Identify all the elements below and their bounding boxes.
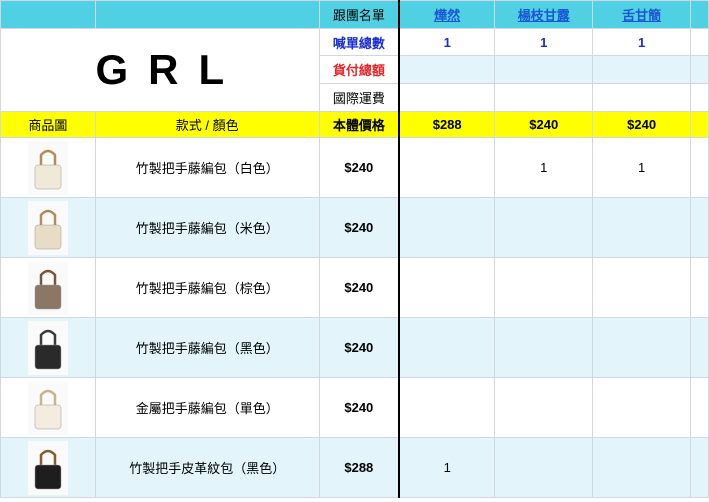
shipping-cell[interactable]	[398, 83, 496, 112]
cell-extra[interactable]	[690, 317, 709, 378]
product-image-cell[interactable]	[0, 137, 96, 198]
product-image-cell[interactable]	[0, 377, 96, 438]
bag-body	[34, 224, 62, 249]
summary-label-payment[interactable]: 貨付總額	[318, 55, 400, 84]
order-count-cell[interactable]: 1	[592, 28, 691, 56]
cell-extra[interactable]	[690, 28, 709, 56]
product-name-cell[interactable]: 竹製把手皮革紋包（黑色）	[94, 437, 320, 498]
header-price[interactable]: 本體價格	[318, 111, 400, 138]
summary-label-orders[interactable]: 喊單總數	[318, 28, 400, 56]
cell-extra[interactable]	[690, 83, 709, 112]
product-name-cell[interactable]: 金屬把手藤編包（單色）	[94, 377, 320, 438]
brand-logo: GRL	[95, 46, 245, 93]
quantity-cell[interactable]	[592, 437, 691, 498]
payment-cell[interactable]	[398, 55, 496, 84]
product-image-cell[interactable]	[0, 197, 96, 258]
cell-extra[interactable]	[690, 137, 709, 198]
table-row: 竹製把手皮革紋包（黑色） $288 1	[0, 437, 709, 498]
product-price-cell[interactable]: $240	[318, 377, 400, 438]
quantity-cell[interactable]	[398, 377, 496, 438]
order-count-cell[interactable]: 1	[398, 28, 496, 56]
bag-thumbnail-image	[27, 320, 68, 375]
quantity-cell[interactable]	[398, 257, 496, 318]
bag-body	[34, 284, 62, 309]
buyer-total-cell[interactable]: $240	[592, 111, 691, 138]
shipping-cell[interactable]	[494, 83, 594, 112]
bag-body	[34, 344, 62, 369]
cell-b1[interactable]	[94, 0, 320, 29]
cell-extra[interactable]	[690, 111, 709, 138]
bag-body	[34, 404, 62, 429]
buyer-link[interactable]: 燁然	[434, 8, 460, 23]
product-price-cell[interactable]: $240	[318, 257, 400, 318]
quantity-cell[interactable]	[592, 377, 691, 438]
buyer-name-cell[interactable]: 舌甘簡	[592, 0, 691, 29]
buyer-name-cell[interactable]: 楊枝甘露	[494, 0, 594, 29]
cell-extra[interactable]	[690, 437, 709, 498]
table-row: 金屬把手藤編包（單色） $240	[0, 377, 709, 438]
table-row: 竹製把手藤編包（棕色） $240	[0, 257, 709, 318]
spreadsheet: 跟團名單 燁然 楊枝甘露 舌甘簡 GRL 喊單總數 1 1 1 貨付總額 國際運…	[0, 0, 709, 502]
buyer-link[interactable]: 舌甘簡	[622, 8, 661, 23]
product-image-cell[interactable]	[0, 317, 96, 378]
bag-thumbnail-image	[27, 260, 68, 315]
product-name-cell[interactable]: 竹製把手藤編包（棕色）	[94, 257, 320, 318]
quantity-cell[interactable]	[494, 197, 594, 258]
header-style-color[interactable]: 款式 / 顏色	[94, 111, 320, 138]
table-row: 竹製把手藤編包（米色） $240	[0, 197, 709, 258]
item-rows: 竹製把手藤編包（白色） $240 1 1 竹製把手藤編包（米色） $240 竹製把手藤編包（…	[0, 137, 709, 498]
cell-a1[interactable]	[0, 0, 96, 29]
table-row: 竹製把手藤編包（黑色） $240	[0, 317, 709, 378]
bag-body	[34, 464, 62, 489]
bag-body	[34, 164, 62, 189]
shipping-cell[interactable]	[592, 83, 691, 112]
order-table: 跟團名單 燁然 楊枝甘露 舌甘簡 GRL 喊單總數 1 1 1 貨付總額 國際運…	[0, 0, 709, 498]
product-price-cell[interactable]: $240	[318, 317, 400, 378]
table-row: 竹製把手藤編包（白色） $240 1 1	[0, 137, 709, 198]
quantity-cell[interactable]	[494, 437, 594, 498]
cell-extra[interactable]	[690, 257, 709, 318]
quantity-cell[interactable]: 1	[398, 437, 496, 498]
bag-thumbnail-image	[27, 140, 68, 195]
title-label[interactable]: 跟團名單	[318, 0, 400, 29]
buyer-total-cell[interactable]: $240	[494, 111, 594, 138]
header-image[interactable]: 商品圖	[0, 111, 96, 138]
bag-thumbnail-image	[27, 380, 68, 435]
cell-extra[interactable]	[690, 55, 709, 84]
quantity-cell[interactable]	[592, 197, 691, 258]
quantity-cell[interactable]	[494, 377, 594, 438]
product-name-cell[interactable]: 竹製把手藤編包（米色）	[94, 197, 320, 258]
bag-thumbnail-image	[27, 440, 68, 495]
bag-thumbnail-image	[27, 200, 68, 255]
cell-extra[interactable]	[690, 0, 709, 29]
product-name-cell[interactable]: 竹製把手藤編包（黑色）	[94, 317, 320, 378]
order-count-cell[interactable]: 1	[494, 28, 594, 56]
quantity-cell[interactable]	[494, 257, 594, 318]
quantity-cell[interactable]	[398, 137, 496, 198]
product-image-cell[interactable]	[0, 437, 96, 498]
buyer-name-cell[interactable]: 燁然	[398, 0, 496, 29]
quantity-cell[interactable]	[592, 257, 691, 318]
quantity-cell[interactable]: 1	[494, 137, 594, 198]
quantity-cell[interactable]	[494, 317, 594, 378]
summary-label-shipping[interactable]: 國際運費	[318, 83, 400, 112]
brand-logo-cell[interactable]: GRL	[0, 28, 320, 112]
product-price-cell[interactable]: $240	[318, 197, 400, 258]
quantity-cell[interactable]	[398, 197, 496, 258]
cell-extra[interactable]	[690, 197, 709, 258]
cell-extra[interactable]	[690, 377, 709, 438]
payment-cell[interactable]	[592, 55, 691, 84]
product-name-cell[interactable]: 竹製把手藤編包（白色）	[94, 137, 320, 198]
buyer-total-cell[interactable]: $288	[398, 111, 496, 138]
quantity-cell[interactable]	[592, 317, 691, 378]
payment-cell[interactable]	[494, 55, 594, 84]
quantity-cell[interactable]: 1	[592, 137, 691, 198]
buyer-link[interactable]: 楊枝甘露	[518, 8, 570, 23]
quantity-cell[interactable]	[398, 317, 496, 378]
product-price-cell[interactable]: $240	[318, 137, 400, 198]
product-price-cell[interactable]: $288	[318, 437, 400, 498]
product-image-cell[interactable]	[0, 257, 96, 318]
